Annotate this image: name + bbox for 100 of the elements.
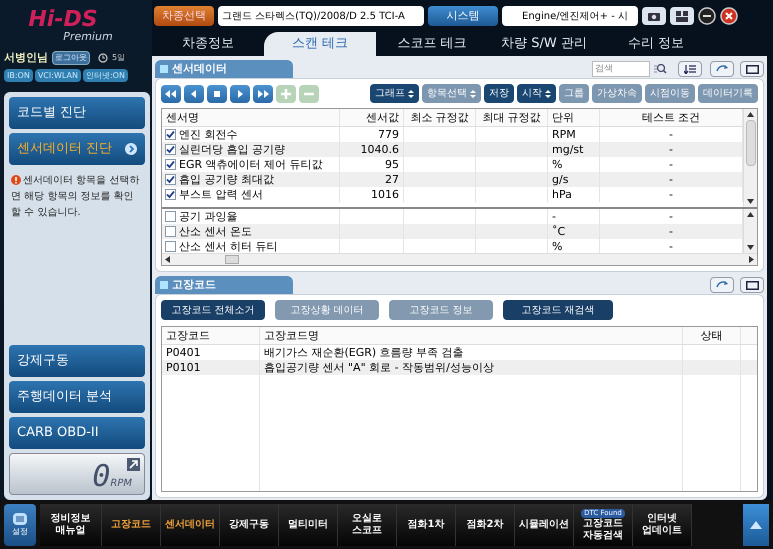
forward-button[interactable] <box>253 84 273 102</box>
bottom-bar-button[interactable]: 센서데이터 <box>161 504 220 546</box>
maximize-button[interactable] <box>740 277 764 293</box>
days-label: 5일 <box>112 52 126 64</box>
table-cell: - <box>669 240 673 253</box>
checkbox[interactable] <box>165 159 176 170</box>
stop-button[interactable] <box>207 84 227 102</box>
sidebar-item[interactable]: 센서데이터 진단 <box>9 133 145 165</box>
toolbar-button[interactable]: 그래프 <box>370 84 419 103</box>
bottom-bar-button[interactable]: 시뮬레이션 <box>515 504 574 546</box>
plus-icon <box>279 86 293 100</box>
bottom-bar-button[interactable]: 멀티미터 <box>279 504 338 546</box>
column-header[interactable]: 최소 규정값 <box>404 109 476 126</box>
table-cell: % <box>552 158 562 171</box>
retry-button[interactable] <box>710 61 734 77</box>
checkbox[interactable] <box>165 189 176 200</box>
window-icon <box>746 64 758 74</box>
dropdown-icon <box>545 88 551 98</box>
sidebar-item[interactable]: 코드별 진단 <box>9 97 145 129</box>
tab[interactable]: 스코프 테크 <box>376 32 488 56</box>
expand-icon[interactable] <box>127 458 140 471</box>
status-chip: VCI:WLAN <box>34 69 81 82</box>
bottom-bar-button[interactable]: 고장코드 <box>102 504 161 546</box>
sensor-name: 흡입 공기량 최대값 <box>179 172 274 187</box>
bottom-bar-button[interactable]: 점화1차 <box>397 504 456 546</box>
column-header[interactable]: 고장코드 <box>162 327 260 344</box>
tab[interactable]: 차종정보 <box>152 32 264 56</box>
sensor-name: 실린더당 흡입 공기량 <box>179 142 285 157</box>
checkbox[interactable] <box>165 174 176 185</box>
column-header[interactable]: 센서값 <box>340 109 404 126</box>
table-cell: - <box>669 225 673 238</box>
logout-button[interactable]: 로그아웃 <box>52 51 90 65</box>
logo-brand: Hi-DS <box>28 8 98 30</box>
scroll-thumb[interactable] <box>225 255 239 264</box>
tab[interactable]: 차량 S/W 관리 <box>488 32 600 56</box>
clock-icon <box>98 53 108 63</box>
bottom-bar-button[interactable]: 오실로 스코프 <box>338 504 397 546</box>
checkbox[interactable] <box>165 211 176 222</box>
square-icon <box>160 281 168 289</box>
tab[interactable]: 스캔 테크 <box>264 32 376 56</box>
sidebar-item[interactable]: 강제구동 <box>9 345 145 377</box>
play-button[interactable] <box>230 84 250 102</box>
vehicle-field[interactable]: 그랜드 스타렉스(TQ)/2008/D 2.5 TCI-A <box>218 6 424 26</box>
camera-icon <box>648 11 660 21</box>
left-arrow-icon[interactable] <box>165 256 170 263</box>
checkbox[interactable] <box>165 226 176 237</box>
tab[interactable]: 수리 정보 <box>600 32 712 56</box>
maximize-button[interactable] <box>740 61 764 77</box>
checkbox[interactable] <box>165 129 176 140</box>
bottom-bar-button[interactable]: 점화2차 <box>456 504 515 546</box>
bottom-bar-button[interactable]: 강제구동 <box>220 504 279 546</box>
fault-button[interactable]: 고장코드 전체소거 <box>161 300 265 320</box>
rewind-button[interactable] <box>161 84 181 102</box>
column-header[interactable]: 고장코드명 <box>260 327 683 344</box>
column-header[interactable]: 센서명 <box>162 109 340 126</box>
sensor-name: 산소 센서 온도 <box>179 224 252 239</box>
system-field[interactable]: Engine/엔진제어+ - 시 <box>502 6 638 26</box>
minimize-icon[interactable] <box>698 7 716 25</box>
toolbar-button[interactable]: 저장 <box>484 84 514 103</box>
right-arrow-icon[interactable] <box>749 256 754 263</box>
down-arrow-icon[interactable] <box>747 199 754 204</box>
column-header[interactable]: 단위 <box>548 109 600 126</box>
close-icon[interactable] <box>720 7 738 25</box>
scrollbar[interactable] <box>162 253 757 265</box>
toolbar-button[interactable]: 시작 <box>517 84 556 103</box>
rpm-gauge[interactable]: 0RPM <box>9 453 145 495</box>
checkbox[interactable] <box>165 144 176 155</box>
retry-button[interactable] <box>710 277 734 293</box>
scrollbar[interactable] <box>743 209 757 253</box>
checkbox[interactable] <box>165 241 176 252</box>
camera-button[interactable] <box>642 7 666 25</box>
table-cell: 배기가스 재순환(EGR) 흐름량 부족 검출 <box>264 346 464 359</box>
up-arrow-icon[interactable] <box>747 212 754 217</box>
search-field[interactable]: 검색 <box>592 61 650 77</box>
down-arrow-icon[interactable] <box>747 245 754 250</box>
bottom-bar-button[interactable]: 인터넷 업데이트 <box>633 504 692 546</box>
square-icon <box>160 65 168 73</box>
column-header[interactable]: 최대 규정값 <box>476 109 548 126</box>
scrollbar[interactable] <box>743 109 757 207</box>
table-cell: P0401 <box>166 346 201 359</box>
system-button[interactable]: 시스템 <box>428 6 498 26</box>
bottom-bar-button[interactable]: 정비정보 매뉴얼 <box>40 504 102 546</box>
prev-button[interactable] <box>184 84 204 102</box>
refresh-icon <box>714 280 730 290</box>
search-icon[interactable] <box>653 63 667 75</box>
table-cell: - <box>669 128 673 141</box>
column-header[interactable]: 상태 <box>683 327 741 344</box>
table-cell: 95 <box>385 158 399 171</box>
table-cell: 흡입공기량 센서 "A" 회로 - 작동범위/성능이상 <box>264 361 494 374</box>
fault-button[interactable]: 고장코드 재검색 <box>503 300 613 320</box>
status-chip: 인터넷:ON <box>82 69 128 82</box>
table-cell: - <box>669 143 673 156</box>
sidebar-item[interactable]: 주행데이터 분석 <box>9 381 145 413</box>
sort-button[interactable] <box>678 61 702 77</box>
sensor-name: 공기 과잉율 <box>179 209 238 224</box>
layout-button[interactable] <box>670 7 694 25</box>
scroll-up-button[interactable] <box>743 504 769 546</box>
up-arrow-icon[interactable] <box>747 112 754 117</box>
sidebar-item[interactable]: CARB OBD-II <box>9 417 145 449</box>
settings-button[interactable]: 설정 <box>4 504 36 546</box>
